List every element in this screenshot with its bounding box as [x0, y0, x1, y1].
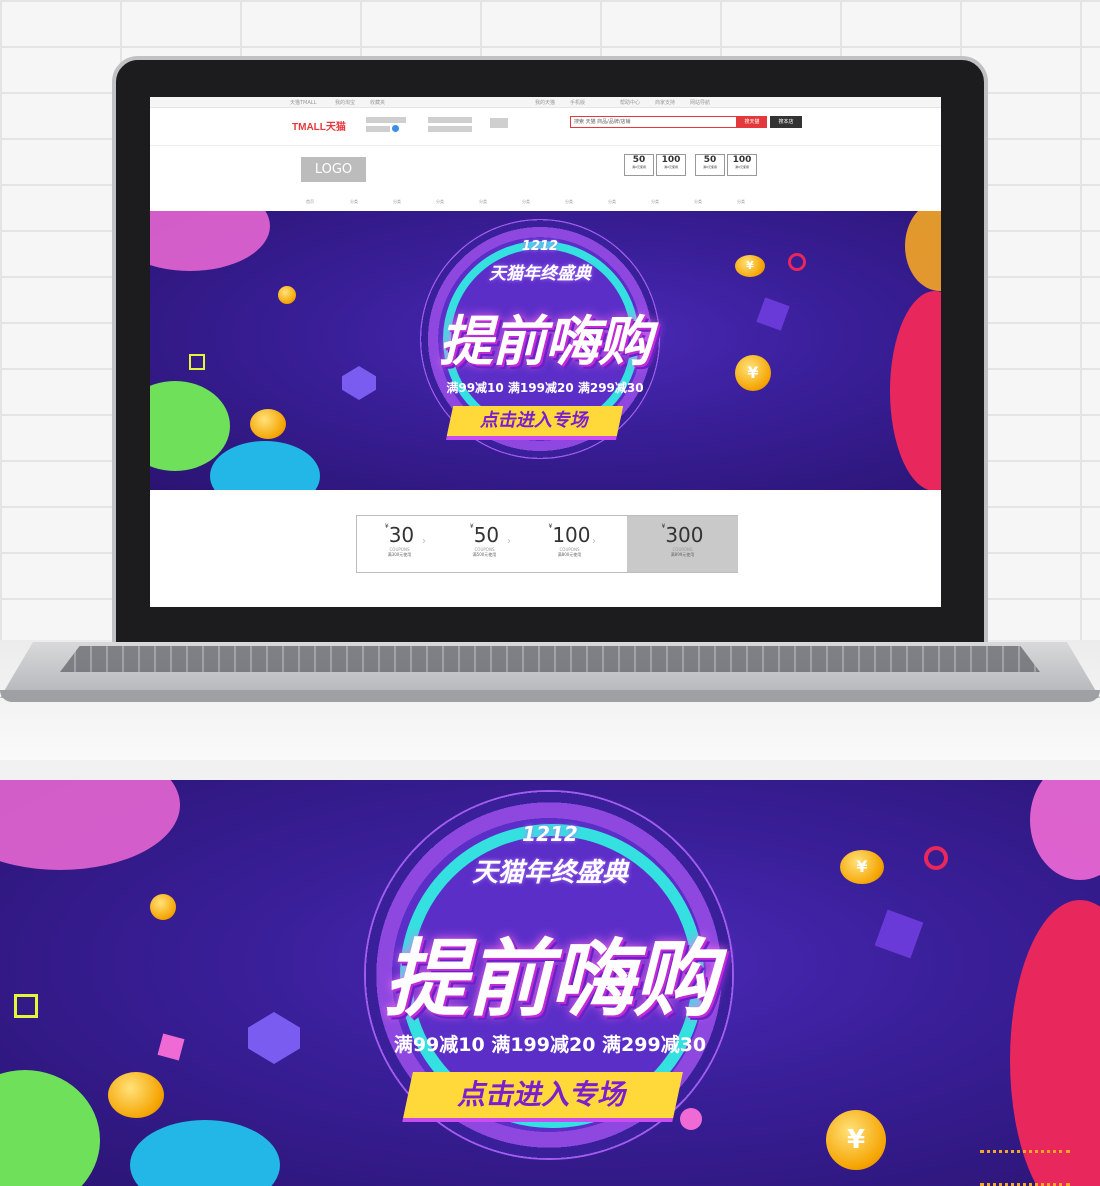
placeholder-bar: [428, 126, 472, 132]
topbar-link[interactable]: 帮助中心: [620, 99, 640, 106]
hero-banner[interactable]: 1212 天猫年终盛典 提前嗨购 满99减10 满199减20 满299减30 …: [150, 211, 941, 490]
coin-icon: ¥: [826, 1110, 886, 1170]
nav-item[interactable]: 分类: [436, 199, 444, 205]
pink-ring-icon: [788, 253, 806, 271]
orange-blob-shape: [905, 211, 941, 291]
chevron-right-icon: ›: [592, 536, 596, 547]
cube-icon: [874, 909, 924, 959]
nav-item[interactable]: 分类: [651, 199, 659, 205]
enter-venue-button[interactable]: 点击进入专场: [446, 406, 624, 436]
nav-item[interactable]: 分类: [694, 199, 702, 205]
coupon-strip: ¥30 COUPONS 满300元使用 › ¥50 COUPONS 满500元使用 …: [356, 515, 738, 573]
yellow-square-icon: [14, 994, 38, 1018]
yellow-square-icon: [189, 354, 205, 370]
header-coupon[interactable]: 50 满X元使用: [695, 154, 725, 176]
search-tmall-button[interactable]: 搜天猫: [737, 116, 767, 128]
nav-item[interactable]: 分类: [522, 199, 530, 205]
chevron-right-icon: ›: [507, 536, 511, 547]
polyhedron-icon: [248, 1012, 300, 1064]
coupon-card-highlighted[interactable]: ¥300 COUPONS 满899元使用: [627, 516, 738, 572]
coupon-card[interactable]: ¥50 COUPONS 满500元使用: [442, 516, 527, 572]
coin-icon: [150, 894, 176, 920]
store-logo[interactable]: LOGO: [301, 157, 366, 182]
tmall-brand-logo[interactable]: TMALL天猫: [292, 118, 346, 133]
header-coupon[interactable]: 100 满X元使用: [727, 154, 757, 176]
coin-icon: ¥: [840, 850, 884, 884]
enter-venue-button[interactable]: 点击进入专场: [403, 1072, 683, 1118]
topbar-link[interactable]: 手机版: [570, 99, 585, 106]
coin-icon: ¥: [735, 355, 771, 391]
laptop-front-edge: [0, 690, 1100, 702]
nav-item[interactable]: 分类: [737, 199, 745, 205]
red-blob-shape: [890, 291, 941, 490]
laptop-screen: 天猫TMALL 我的淘宝 收藏夹 我的天猫 手机版 帮助中心 商家支持 网站导航…: [150, 97, 941, 607]
cube-icon: [157, 1033, 185, 1061]
topbar-link[interactable]: 天猫TMALL: [290, 99, 316, 106]
coin-icon: [250, 409, 286, 439]
site-header: TMALL天猫 搜索 天猫 商品/品牌/店铺 搜天猫 搜本店: [150, 107, 941, 146]
category-nav: 首页 分类 分类 分类 分类 分类 分类 分类 分类 分类 分类: [150, 195, 941, 209]
placeholder-bar: [490, 118, 508, 128]
event-number: 1212: [522, 822, 578, 846]
nav-item[interactable]: 分类: [565, 199, 573, 205]
promo-text: 满99减10 满199减20 满299减30: [446, 381, 644, 395]
topbar-link[interactable]: 收藏夹: [370, 99, 385, 106]
blue-blob-shape: [130, 1120, 280, 1186]
green-blob-shape: [0, 1070, 100, 1186]
event-number: 1212: [521, 239, 559, 254]
coin-icon: [108, 1072, 164, 1118]
nav-item[interactable]: 分类: [393, 199, 401, 205]
wave-lines-icon: [980, 1150, 1070, 1186]
header-coupon[interactable]: 100 满X元使用: [656, 154, 686, 176]
nav-item[interactable]: 分类: [350, 199, 358, 205]
polyhedron-icon: [342, 366, 376, 400]
hero-banner-large[interactable]: 1212 天猫年终盛典 提前嗨购 满99减10 满199减20 满299减30 …: [0, 780, 1100, 1186]
chevron-right-icon: ›: [422, 536, 426, 547]
coin-icon: ¥: [735, 255, 765, 277]
pink-splash-shape: [150, 211, 270, 271]
nav-item[interactable]: 首页: [306, 199, 314, 205]
placeholder-bar: [428, 117, 472, 123]
placeholder-bar: [366, 117, 406, 123]
topbar-link[interactable]: 商家支持: [655, 99, 675, 106]
nav-item[interactable]: 分类: [479, 199, 487, 205]
event-name: 天猫年终盛典: [471, 858, 628, 888]
coupon-card[interactable]: ¥100 COUPONS 满800元使用: [527, 516, 612, 572]
coin-icon: [278, 286, 296, 304]
pink-ring-icon: [924, 846, 948, 870]
banner-headline: 提前嗨购: [383, 930, 717, 1028]
red-blob-shape: [1010, 900, 1100, 1186]
topbar-link[interactable]: 我的天猫: [535, 99, 555, 106]
banner-headline: 提前嗨购: [439, 310, 652, 373]
search-input[interactable]: 搜索 天猫 商品/品牌/店铺: [570, 116, 737, 128]
blue-blob-shape: [210, 441, 320, 490]
search-store-button[interactable]: 搜本店: [770, 116, 802, 128]
topbar-link[interactable]: 网站导航: [690, 99, 710, 106]
laptop-keyboard: [60, 646, 1040, 672]
event-name: 天猫年终盛典: [489, 264, 591, 284]
topbar-link[interactable]: 我的淘宝: [335, 99, 355, 106]
pink-splash-shape: [0, 780, 180, 870]
header-coupon[interactable]: 50 满X元使用: [624, 154, 654, 176]
placeholder-bar: [366, 126, 390, 132]
pink-splash-shape: [1030, 780, 1100, 880]
coupon-card[interactable]: ¥30 COUPONS 满300元使用: [357, 516, 442, 572]
promo-text: 满99减10 满199减20 满299减30: [393, 1034, 707, 1056]
store-badge-icon: [392, 125, 399, 132]
cube-icon: [756, 297, 790, 331]
nav-item[interactable]: 分类: [608, 199, 616, 205]
pink-dot-icon: [680, 1108, 702, 1130]
